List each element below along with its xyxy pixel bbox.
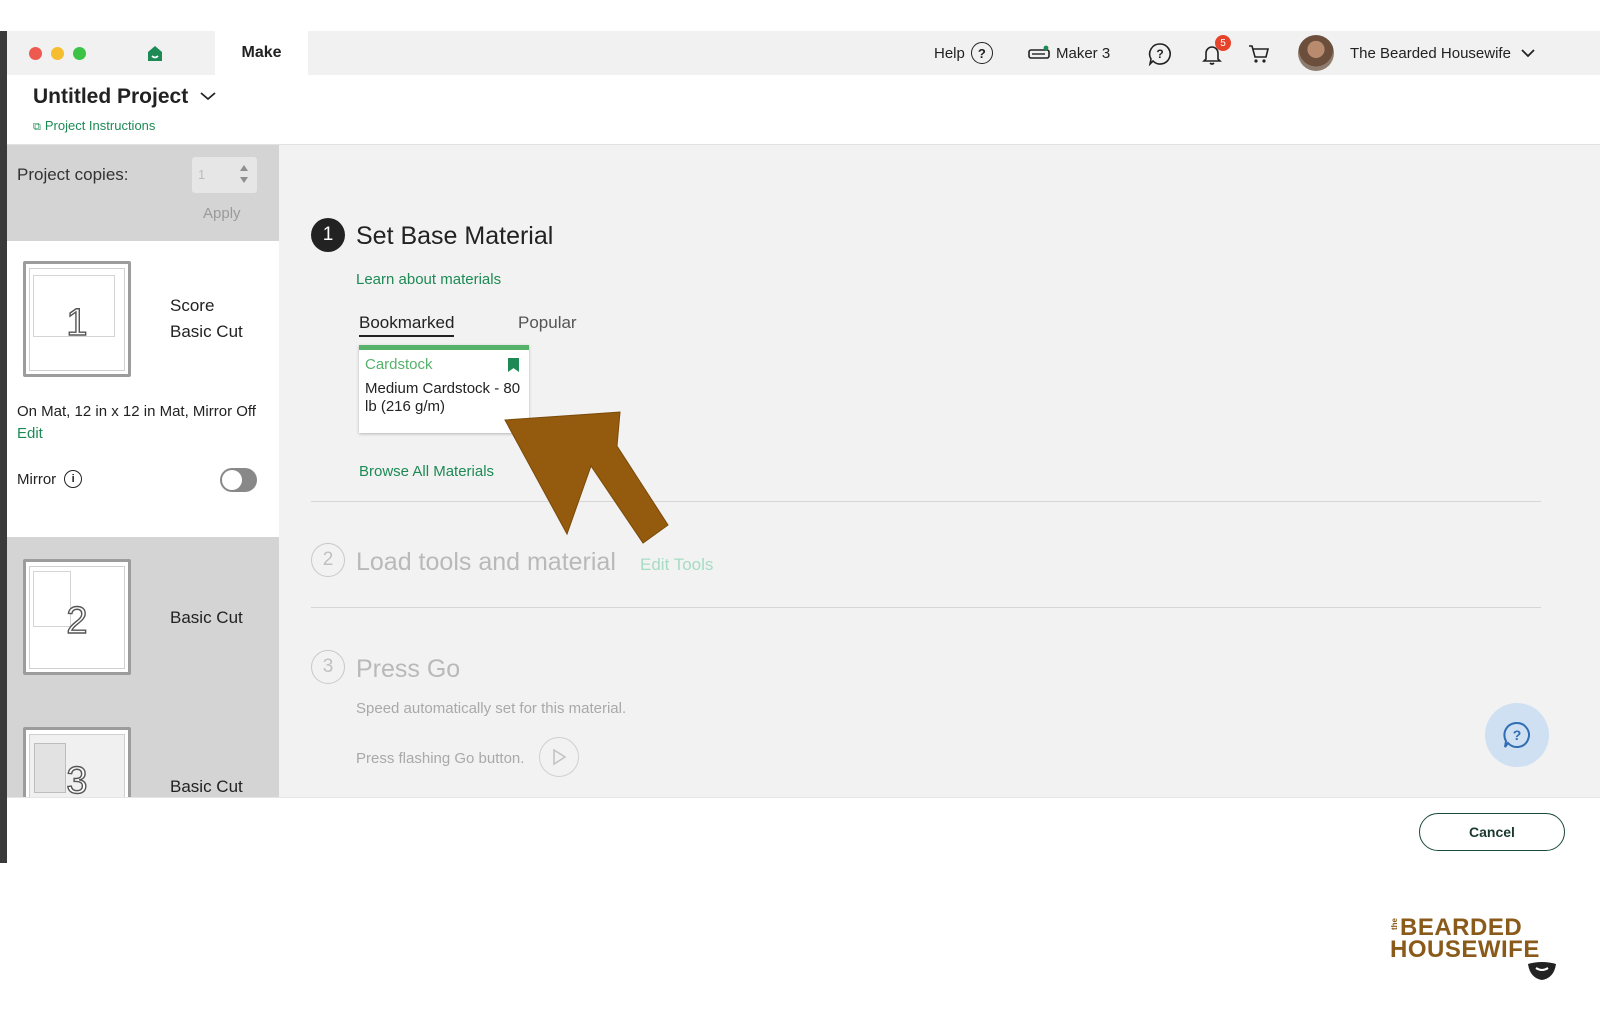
step-1-title: Set Base Material: [356, 222, 554, 250]
tab-popular[interactable]: Popular: [518, 313, 577, 333]
watermark-line-2: HOUSEWIFE: [1390, 936, 1540, 963]
help-menu[interactable]: Help ?: [934, 31, 993, 75]
project-copies-label: Project copies:: [17, 165, 129, 184]
mat-card-2[interactable]: 2 Basic Cut: [7, 537, 279, 707]
mat-operations: Score Basic Cut: [170, 293, 243, 345]
mirror-row: Mirror i: [17, 470, 83, 488]
desktop-edge: [0, 31, 7, 863]
title-bar: Make Help ? Maker 3 ? 5 The Bearded Hous…: [7, 31, 1600, 75]
mat-settings-summary: On Mat, 12 in x 12 in Mat, Mirror Off: [17, 403, 256, 420]
project-copies-input[interactable]: 1: [192, 157, 257, 193]
make-steps-panel: 1 Set Base Material Learn about material…: [279, 145, 1600, 797]
step-2-number: 2: [311, 543, 345, 577]
mat-card-1[interactable]: 1 Score Basic Cut On Mat, 12 in x 12 in …: [7, 241, 279, 537]
divider: [311, 501, 1541, 502]
minimize-window-button[interactable]: [51, 47, 64, 60]
mat-operation: Basic Cut: [170, 322, 243, 341]
speed-note: Speed automatically set for this materia…: [356, 700, 627, 717]
project-instructions-label: Project Instructions: [44, 118, 156, 133]
mirror-label: Mirror: [17, 470, 57, 488]
machine-selector[interactable]: Maker 3: [1028, 31, 1110, 75]
user-name: The Bearded Housewife: [1350, 44, 1511, 62]
mat-card-3[interactable]: 3 Basic Cut: [7, 707, 279, 817]
mat-operation: Basic Cut: [170, 608, 243, 627]
help-fab-icon: ?: [1503, 721, 1530, 748]
cart-icon[interactable]: [1247, 42, 1271, 66]
zoom-window-button[interactable]: [73, 47, 86, 60]
help-circle-icon: ?: [970, 42, 993, 64]
help-label: Help: [934, 44, 965, 62]
mat-thumbnail[interactable]: 2: [23, 559, 131, 675]
svg-text:?: ?: [1513, 727, 1522, 743]
project-header: Untitled Project ⧉ Project Instructions: [7, 75, 1600, 145]
project-copies-panel: Project copies: 1 Apply: [7, 145, 279, 241]
mat-edit-link[interactable]: Edit: [17, 425, 43, 442]
notification-badge: 5: [1215, 35, 1231, 51]
step-3-title: Press Go: [356, 655, 461, 683]
app-window: Make Help ? Maker 3 ? 5 The Bearded Hous…: [7, 31, 1600, 861]
chevron-down-icon[interactable]: [200, 91, 216, 101]
mat-thumbnail[interactable]: 1: [23, 261, 131, 377]
info-icon[interactable]: i: [64, 470, 83, 488]
watermark-logo: the BEARDED HOUSEWIFE: [1390, 914, 1565, 984]
mat-number: 1: [66, 301, 89, 344]
learn-about-materials-link[interactable]: Learn about materials: [356, 271, 501, 288]
cancel-button[interactable]: Cancel: [1419, 813, 1565, 851]
tab-make[interactable]: Make: [215, 31, 308, 75]
mat-number: 2: [66, 599, 89, 642]
project-copies-value: 1: [198, 167, 206, 182]
step-1-number: 1: [311, 218, 345, 252]
machine-icon: [1028, 45, 1050, 59]
browse-all-materials-link[interactable]: Browse All Materials: [359, 463, 494, 480]
support-chat-icon[interactable]: ?: [1148, 42, 1172, 66]
divider: [311, 607, 1541, 608]
apply-button[interactable]: Apply: [203, 205, 241, 222]
mat-operation: Score: [170, 296, 215, 315]
footer-bar: Cancel: [7, 797, 1600, 861]
mat-sidebar: Project copies: 1 Apply 1 Score Basic Cu…: [7, 145, 279, 817]
machine-label: Maker 3: [1056, 44, 1111, 62]
tab-bookmarked[interactable]: Bookmarked: [359, 313, 455, 337]
go-indicator: [539, 737, 579, 777]
stepper-arrows-icon[interactable]: [239, 162, 249, 186]
screen: Make Help ? Maker 3 ? 5 The Bearded Hous…: [0, 0, 1600, 1017]
avatar[interactable]: [1298, 35, 1334, 71]
play-icon: [553, 748, 567, 766]
material-category: Cardstock: [365, 356, 433, 373]
edit-tools-link[interactable]: Edit Tools: [640, 555, 713, 575]
chevron-down-icon: [1521, 49, 1535, 58]
annotation-arrow: [504, 411, 669, 544]
close-window-button[interactable]: [29, 47, 42, 60]
document-icon: ⧉: [33, 121, 41, 133]
help-fab-button[interactable]: ?: [1485, 703, 1549, 767]
beard-icon: [1528, 962, 1556, 980]
mirror-toggle[interactable]: [220, 468, 257, 492]
toggle-knob: [222, 470, 242, 490]
bookmark-icon[interactable]: [508, 358, 519, 372]
step-2-title: Load tools and material: [356, 548, 616, 576]
user-menu[interactable]: The Bearded Housewife: [1350, 31, 1535, 75]
step-3-number: 3: [311, 650, 345, 684]
project-title[interactable]: Untitled Project: [33, 85, 188, 109]
watermark-small: the: [1390, 918, 1399, 930]
press-go-note: Press flashing Go button.: [356, 750, 525, 767]
home-icon[interactable]: [145, 43, 165, 63]
svg-text:?: ?: [1156, 47, 1163, 61]
project-instructions-link[interactable]: ⧉ Project Instructions: [33, 118, 155, 134]
